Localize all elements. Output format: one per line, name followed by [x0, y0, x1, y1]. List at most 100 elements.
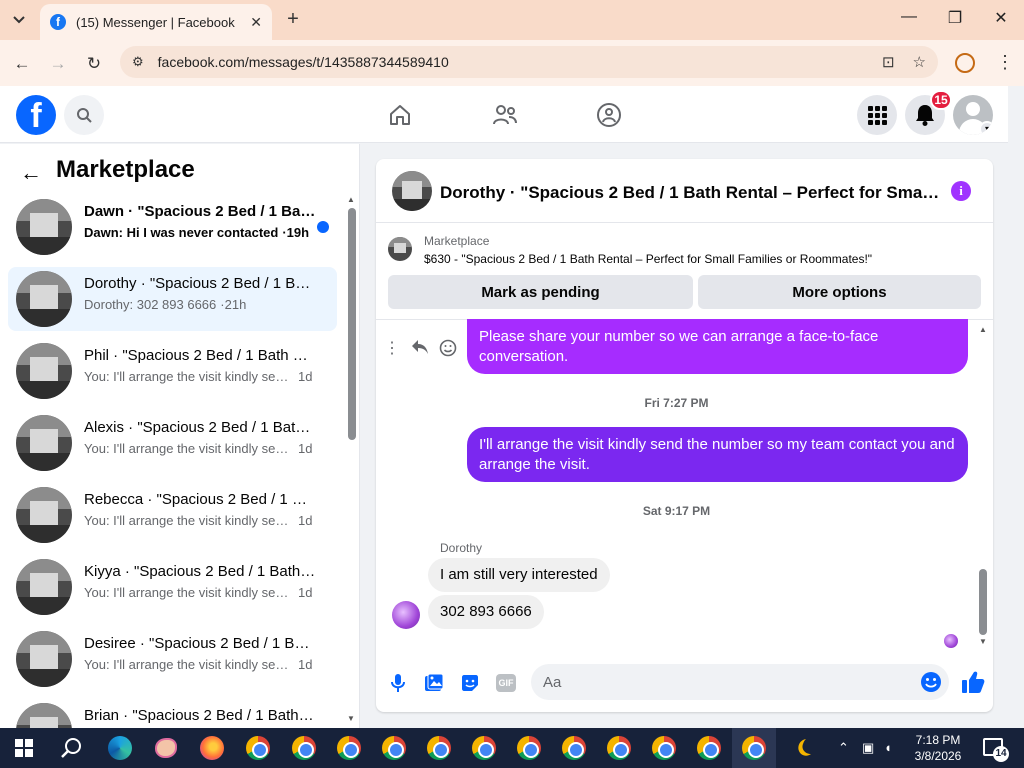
clock-date: 3/8/2026 — [914, 749, 962, 763]
volume-icon[interactable]: ◖ — [884, 740, 892, 755]
chrome-window-active[interactable] — [740, 734, 768, 762]
chrome-icon — [337, 736, 361, 760]
new-tab-button[interactable]: + — [282, 8, 304, 30]
list-scroll-up-icon[interactable]: ▲ — [347, 195, 355, 204]
preview-time: 1d — [298, 585, 313, 600]
thread-scroll-up-icon[interactable]: ▲ — [979, 325, 987, 334]
reload-button[interactable]: ↻ — [82, 52, 106, 76]
paint-app-button[interactable] — [152, 734, 180, 762]
facebook-logo-icon[interactable]: f — [16, 95, 56, 135]
chrome-window-10[interactable] — [650, 734, 678, 762]
react-emoji-icon[interactable] — [438, 339, 458, 359]
chrome-window-5[interactable] — [425, 734, 453, 762]
firefox-icon — [200, 736, 224, 760]
listing-description[interactable]: $630 - "Spacious 2 Bed / 1 Bath Rental –… — [424, 252, 984, 266]
chrome-window-7[interactable] — [515, 734, 543, 762]
conversation-name: Phil · "Spacious 2 Bed / 1 Bath Rental –… — [84, 347, 316, 364]
account-avatar[interactable]: ▾ — [953, 95, 993, 135]
restore-button[interactable]: ❐ — [943, 8, 967, 28]
chrome-window-8[interactable] — [560, 734, 588, 762]
outgoing-message[interactable]: Please share your number so we can arran… — [467, 319, 968, 374]
microphone-icon — [391, 674, 405, 692]
conversation-item[interactable]: Dorothy · "Spacious 2 Bed / 1 Bath Renta… — [8, 267, 337, 331]
more-actions-icon[interactable]: ⋮ — [382, 339, 402, 359]
friends-nav-button[interactable] — [490, 100, 520, 130]
more-options-button[interactable]: More options — [698, 275, 981, 309]
chrome-window-1[interactable] — [244, 734, 272, 762]
emoji-button[interactable] — [920, 671, 942, 693]
timestamp: Sat 9:17 PM — [642, 504, 711, 518]
conversation-item[interactable]: Alexis · "Spacious 2 Bed / 1 Bath Rental… — [8, 411, 337, 475]
tray-overflow-icon[interactable]: ⌃ — [838, 740, 849, 756]
search-icon — [61, 738, 81, 758]
install-app-icon[interactable]: ⊡ — [882, 53, 895, 71]
chat-listing-thumbnail[interactable] — [392, 171, 432, 211]
network-icon[interactable]: ▣ — [862, 740, 874, 756]
marketplace-title: Marketplace — [56, 156, 195, 183]
preview-time: ·21h — [220, 297, 247, 312]
chrome-window-9[interactable] — [605, 734, 633, 762]
list-scroll-down-icon[interactable]: ▼ — [347, 714, 355, 723]
browser-tab[interactable]: f (15) Messenger | Facebook ✕ — [40, 4, 272, 40]
message-input[interactable] — [531, 664, 949, 700]
chrome-window-11[interactable] — [695, 734, 723, 762]
chrome-window-3[interactable] — [335, 734, 363, 762]
taskbar-clock[interactable]: 7:18 PM 3/8/2026 — [900, 732, 976, 764]
start-button[interactable] — [10, 734, 38, 762]
conversation-item[interactable]: Desiree · "Spacious 2 Bed / 1 Bath Renta… — [8, 627, 337, 691]
conversation-item[interactable]: Dawn · "Spacious 2 Bed / 1 Bath Rental –… — [8, 195, 337, 259]
marketplace-label: Marketplace — [424, 234, 490, 248]
tab-search-button[interactable] — [6, 7, 32, 33]
list-scrollbar[interactable] — [348, 208, 356, 440]
tab-close-button[interactable]: ✕ — [250, 14, 262, 31]
send-like-button[interactable] — [960, 669, 986, 695]
home-nav-button[interactable] — [385, 100, 415, 130]
minimize-button[interactable]: — — [897, 8, 921, 26]
chrome-icon — [652, 736, 676, 760]
facebook-search-button[interactable] — [64, 95, 104, 135]
dorothy-avatar[interactable] — [392, 601, 420, 629]
conversation-name: Dorothy · "Spacious 2 Bed / 1 Bath Renta… — [84, 275, 316, 292]
edge-app-button[interactable] — [106, 734, 134, 762]
night-light-button[interactable] — [788, 734, 816, 762]
incoming-message[interactable]: 302 893 6666 — [428, 595, 544, 629]
voice-clip-button[interactable] — [386, 671, 410, 695]
windows-logo-icon — [15, 739, 33, 757]
chrome-window-6[interactable] — [470, 734, 498, 762]
gif-button[interactable]: GIF — [494, 671, 518, 695]
conversation-item[interactable]: Phil · "Spacious 2 Bed / 1 Bath Rental –… — [8, 339, 337, 403]
search-icon — [77, 108, 92, 123]
chrome-icon — [246, 736, 270, 760]
browser-profile-icon[interactable] — [955, 53, 975, 73]
info-icon[interactable]: i — [951, 181, 971, 201]
preview-text: Dawn: Hi I was never contacted — [84, 225, 279, 240]
sticker-button[interactable] — [458, 671, 482, 695]
thread-scrollbar[interactable] — [979, 569, 987, 635]
browser-menu-icon[interactable]: ⋮ — [996, 52, 1014, 73]
back-arrow-icon[interactable]: ← — [20, 160, 42, 186]
conversation-item[interactable]: Kiyya · "Spacious 2 Bed / 1 Bath Rental … — [8, 555, 337, 619]
mark-as-pending-button[interactable]: Mark as pending — [388, 275, 693, 309]
outgoing-message[interactable]: I'll arrange the visit kindly send the n… — [467, 427, 968, 482]
chat-title[interactable]: Dorothy · "Spacious 2 Bed / 1 Bath Renta… — [440, 183, 940, 203]
chrome-window-2[interactable] — [290, 734, 318, 762]
incoming-message[interactable]: I am still very interested — [428, 558, 610, 592]
conversation-item[interactable]: Rebecca · "Spacious 2 Bed / 1 Bath Renta… — [8, 483, 337, 547]
page-scrollbar[interactable] — [1008, 86, 1024, 728]
reply-icon[interactable] — [410, 339, 430, 359]
listing-thumbnail[interactable] — [388, 237, 412, 261]
close-window-button[interactable]: ✕ — [989, 8, 1013, 28]
menu-grid-button[interactable] — [857, 95, 897, 135]
attach-photo-button[interactable] — [422, 671, 446, 695]
back-button[interactable]: ← — [10, 52, 34, 76]
thread-scroll-down-icon[interactable]: ▼ — [979, 637, 987, 646]
groups-nav-button[interactable] — [594, 100, 624, 130]
taskbar-search-button[interactable] — [58, 734, 86, 762]
chrome-window-4[interactable] — [380, 734, 408, 762]
account-chevron-icon: ▾ — [979, 121, 993, 135]
site-settings-icon[interactable]: ⚙ — [132, 54, 144, 70]
firefox-app-button[interactable] — [198, 734, 226, 762]
url-omnibox[interactable]: ⚙ facebook.com/messages/t/14358873445894… — [120, 46, 938, 78]
forward-button[interactable]: → — [46, 52, 70, 76]
bookmark-star-icon[interactable]: ☆ — [913, 53, 926, 71]
